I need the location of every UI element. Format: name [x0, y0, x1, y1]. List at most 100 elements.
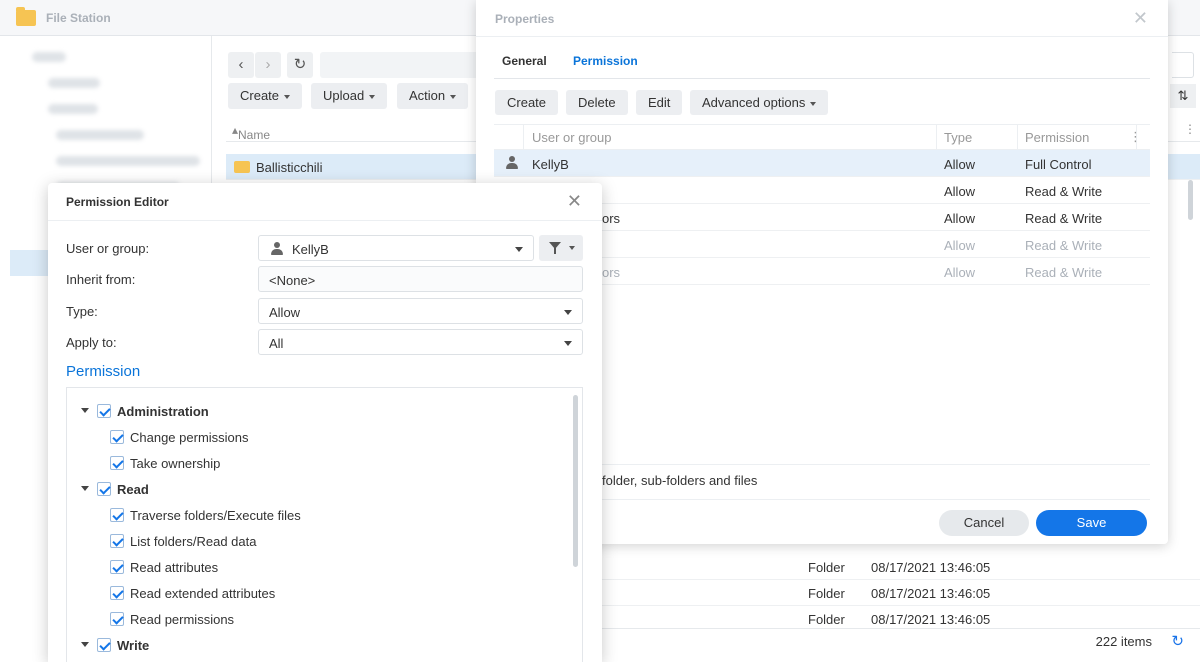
- tree-item-read-extended-attributes[interactable]: Read extended attributes: [110, 584, 410, 604]
- create-permission-button[interactable]: Create: [495, 90, 559, 115]
- checkbox-administration[interactable]: [97, 404, 111, 418]
- upload-label: Upload: [323, 88, 365, 103]
- tree-item-blurred[interactable]: [32, 52, 66, 62]
- checkbox-read[interactable]: [97, 482, 111, 496]
- chevron-down-icon: [564, 310, 572, 315]
- column-name-label: Name: [238, 128, 271, 142]
- close-icon[interactable]: ✕: [1133, 8, 1148, 29]
- tree-item-list-folders[interactable]: List folders/Read data: [110, 532, 410, 552]
- checkbox-read-attributes[interactable]: [110, 560, 124, 574]
- checkbox-write[interactable]: [97, 638, 111, 652]
- user-icon: [271, 242, 283, 256]
- forward-button[interactable]: ›: [255, 52, 281, 78]
- tree-group-administration[interactable]: Administration: [81, 402, 381, 422]
- user-icon: [506, 156, 518, 170]
- permission-level: Read & Write: [1025, 184, 1103, 199]
- checkbox-change-permissions[interactable]: [110, 430, 124, 444]
- sort-icon[interactable]: ⇅: [1170, 84, 1196, 108]
- file-list-scrollbar[interactable]: [1188, 180, 1193, 220]
- tree-group-read[interactable]: Read: [81, 480, 381, 500]
- column-type[interactable]: Type: [944, 130, 972, 145]
- permission-row[interactable]: KellyB Allow Full Control: [494, 150, 1150, 177]
- tree-group-write[interactable]: Write: [81, 636, 381, 656]
- column-menu-icon[interactable]: ⋮: [1129, 129, 1142, 145]
- save-button[interactable]: Save: [1036, 510, 1147, 536]
- tree-item-blurred[interactable]: [56, 130, 144, 140]
- tree-item-blurred[interactable]: [48, 104, 98, 114]
- tree-item-traverse-folders[interactable]: Traverse folders/Execute files: [110, 506, 410, 526]
- expand-triangle-icon[interactable]: [81, 486, 89, 491]
- file-type: Folder: [808, 586, 845, 601]
- divider: [48, 220, 602, 221]
- expand-triangle-icon[interactable]: [81, 408, 89, 413]
- checkbox-list-folders[interactable]: [110, 534, 124, 548]
- caret-down-icon: [284, 94, 291, 99]
- checkbox-read-extended-attributes[interactable]: [110, 586, 124, 600]
- column-permission[interactable]: Permission: [1025, 130, 1089, 145]
- search-field[interactable]: [1172, 52, 1194, 78]
- column-user-or-group[interactable]: User or group: [532, 130, 611, 145]
- tree-item-blurred[interactable]: [56, 156, 200, 166]
- checkbox-read-permissions[interactable]: [110, 612, 124, 626]
- filter-button[interactable]: [539, 235, 583, 261]
- expand-triangle-icon[interactable]: [81, 642, 89, 647]
- caret-down-icon: [569, 246, 575, 250]
- permission-type: Allow: [944, 184, 976, 199]
- back-button[interactable]: ‹: [228, 52, 254, 78]
- tree-item-take-ownership[interactable]: Take ownership: [110, 454, 410, 474]
- apply-scope-text: folder, sub-folders and files: [602, 473, 758, 488]
- type-select[interactable]: Allow: [258, 298, 583, 324]
- edit-permission-button[interactable]: Edit: [636, 90, 683, 115]
- inherit-from-value: <None>: [269, 273, 316, 288]
- tree-label: Read extended attributes: [130, 586, 276, 601]
- checkbox-traverse-folders[interactable]: [110, 508, 124, 522]
- column-menu-icon[interactable]: ⋮: [1184, 122, 1196, 136]
- tree-label: Administration: [117, 404, 209, 419]
- tree-item-change-permissions[interactable]: Change permissions: [110, 428, 410, 448]
- permission-type: Allow: [944, 265, 976, 280]
- permission-tree-scrollbar[interactable]: [573, 395, 578, 567]
- file-date: 08/17/2021 13:46:05: [871, 560, 991, 575]
- advanced-options-label: Advanced options: [702, 95, 806, 110]
- apply-to-label: Apply to:: [66, 335, 117, 350]
- permission-user: ors: [602, 211, 621, 226]
- user-or-group-value: KellyB: [292, 242, 329, 257]
- tree-item-read-permissions[interactable]: Read permissions: [110, 610, 410, 630]
- permission-type: Allow: [944, 211, 976, 226]
- tree-label: Change permissions: [130, 430, 249, 445]
- permission-section-heading: Permission: [66, 363, 141, 380]
- column-name[interactable]: Name ▴: [232, 123, 270, 142]
- action-button[interactable]: Action: [397, 83, 469, 109]
- tree-label: Read attributes: [130, 560, 219, 575]
- advanced-options-button[interactable]: Advanced options: [690, 90, 829, 115]
- tree-label: Read: [117, 482, 149, 497]
- folder-icon: [16, 7, 36, 26]
- close-icon[interactable]: ✕: [567, 191, 582, 212]
- file-date: 08/17/2021 13:46:05: [871, 586, 991, 601]
- permission-editor-title: Permission Editor: [66, 195, 169, 209]
- permission-editor-dialog: Permission Editor ✕ User or group: Kelly…: [48, 183, 602, 662]
- cancel-button[interactable]: Cancel: [939, 510, 1029, 536]
- permission-user: ors: [602, 265, 621, 280]
- refresh-icon[interactable]: ↻: [1171, 632, 1184, 650]
- refresh-button[interactable]: ↻: [287, 52, 313, 78]
- properties-title: Properties: [495, 12, 555, 26]
- inherit-from-label: Inherit from:: [66, 272, 136, 287]
- checkbox-take-ownership[interactable]: [110, 456, 124, 470]
- tab-general[interactable]: General: [502, 54, 547, 68]
- create-button[interactable]: Create: [228, 83, 303, 109]
- tree-item-read-attributes[interactable]: Read attributes: [110, 558, 410, 578]
- permission-user: KellyB: [532, 157, 569, 172]
- tree-label: Read permissions: [130, 612, 235, 627]
- create-label: Create: [240, 88, 280, 103]
- user-or-group-select[interactable]: KellyB: [258, 235, 534, 261]
- upload-button[interactable]: Upload: [311, 83, 388, 109]
- tab-permission[interactable]: Permission: [573, 54, 638, 68]
- tree-label: Write: [117, 638, 150, 653]
- path-bar[interactable]: [320, 52, 480, 78]
- caret-down-icon: [810, 101, 817, 106]
- tree-item-blurred[interactable]: [48, 78, 100, 88]
- delete-permission-button[interactable]: Delete: [566, 90, 628, 115]
- divider: [476, 36, 1168, 37]
- apply-to-select[interactable]: All: [258, 329, 583, 355]
